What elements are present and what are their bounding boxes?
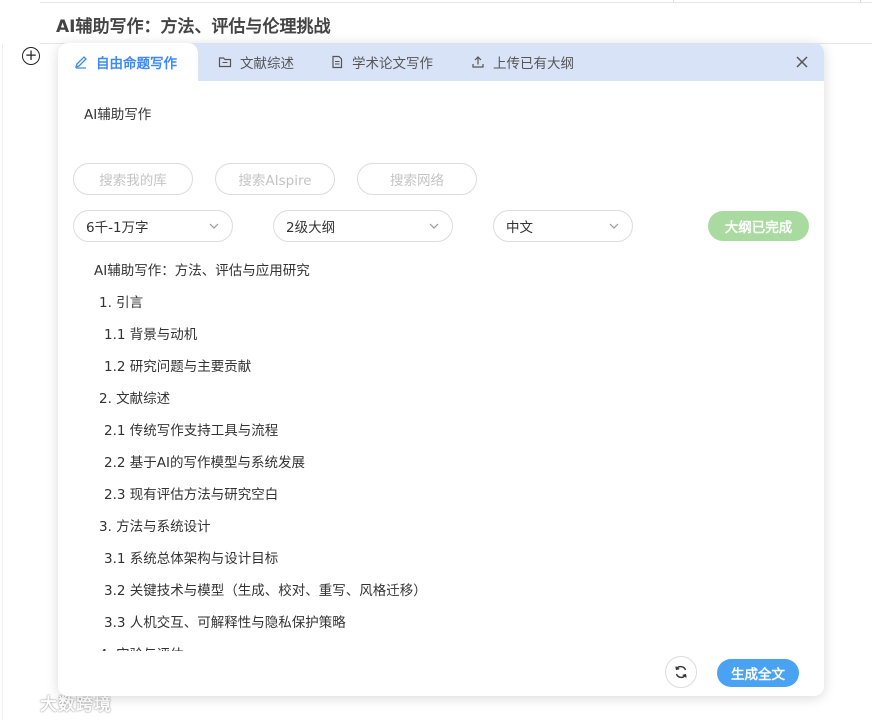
outline-item[interactable]: 1. 引言 bbox=[99, 291, 143, 311]
search-aispire-button[interactable]: 搜索AIspire bbox=[215, 163, 335, 195]
dialog-footer: 生成全文 bbox=[58, 651, 824, 696]
outline-list: AI辅助写作：方法、评估与应用研究 1. 引言 1.1 背景与动机 1.2 研究… bbox=[58, 251, 824, 651]
folder-icon bbox=[218, 57, 232, 68]
search-web-button[interactable]: 搜索网络 bbox=[357, 163, 477, 195]
language-select[interactable]: 中文 bbox=[493, 210, 633, 242]
search-my-library-button[interactable]: 搜索我的库 bbox=[73, 163, 193, 195]
tab-label: 文献综述 bbox=[240, 56, 294, 72]
language-select-value: 中文 bbox=[506, 220, 533, 236]
prompt-text[interactable]: AI辅助写作 bbox=[84, 103, 151, 123]
tab-academic-paper-writing[interactable]: 学术论文写作 bbox=[330, 43, 433, 81]
tab-free-topic-writing[interactable]: 自由命题写作 bbox=[58, 43, 198, 81]
length-select-value: 6千-1万字 bbox=[86, 220, 149, 236]
outline-level-select[interactable]: 2级大纲 bbox=[273, 210, 453, 242]
tab-label: 自由命题写作 bbox=[96, 56, 177, 72]
outline-item[interactable]: 3.1 系统总体架构与设计目标 bbox=[104, 547, 278, 567]
top-divider bbox=[40, 2, 872, 3]
outline-item[interactable]: 4. 实验与评估 bbox=[99, 643, 184, 651]
tab-label: 上传已有大纲 bbox=[493, 56, 574, 72]
tab-bar: 自由命题写作 文献综述 学术论文写作 上传已有大纲 bbox=[58, 43, 824, 81]
outline-item[interactable]: 3. 方法与系统设计 bbox=[99, 515, 211, 535]
column-tick bbox=[860, 0, 861, 3]
pencil-icon bbox=[74, 56, 87, 69]
outline-item[interactable]: 2. 文献综述 bbox=[99, 387, 170, 407]
chevron-down-icon bbox=[209, 223, 219, 229]
close-icon[interactable] bbox=[794, 54, 810, 70]
outline-item[interactable]: 1.1 背景与动机 bbox=[104, 323, 197, 343]
tab-label: 学术论文写作 bbox=[352, 56, 433, 72]
watermark-logo-icon bbox=[9, 696, 36, 708]
generate-full-text-button[interactable]: 生成全文 bbox=[717, 659, 799, 687]
chevron-down-icon bbox=[609, 223, 619, 229]
tab-upload-outline[interactable]: 上传已有大纲 bbox=[471, 43, 574, 81]
outline-level-select-value: 2级大纲 bbox=[286, 220, 336, 236]
outline-item[interactable]: 2.3 现有评估方法与研究空白 bbox=[104, 483, 278, 503]
length-select[interactable]: 6千-1万字 bbox=[73, 210, 233, 242]
left-divider bbox=[2, 44, 3, 720]
outline-title[interactable]: AI辅助写作：方法、评估与应用研究 bbox=[94, 259, 310, 279]
upload-icon bbox=[472, 56, 484, 68]
chevron-down-icon bbox=[429, 223, 439, 229]
add-block-icon[interactable]: + bbox=[22, 47, 40, 65]
outline-completed-button[interactable]: 大纲已完成 bbox=[708, 211, 809, 241]
outline-item[interactable]: 2.1 传统写作支持工具与流程 bbox=[104, 419, 278, 439]
ai-writing-dialog: 自由命题写作 文献综述 学术论文写作 上传已有大纲 AI辅助写作 搜索我的库 搜… bbox=[58, 43, 824, 696]
outline-item[interactable]: 1.2 研究问题与主要贡献 bbox=[104, 355, 251, 375]
regenerate-button[interactable] bbox=[665, 656, 697, 688]
document-title: AI辅助写作：方法、评估与伦理挑战 bbox=[56, 17, 331, 37]
outline-item[interactable]: 3.2 关键技术与模型（生成、校对、重写、风格迁移） bbox=[104, 579, 427, 599]
tab-literature-review[interactable]: 文献综述 bbox=[218, 43, 294, 81]
column-tick bbox=[673, 0, 674, 3]
outline-item[interactable]: 3.3 人机交互、可解释性与隐私保护策略 bbox=[104, 611, 346, 631]
outline-item[interactable]: 2.2 基于AI的写作模型与系统发展 bbox=[104, 451, 305, 471]
document-icon bbox=[332, 55, 343, 69]
refresh-icon bbox=[675, 665, 687, 679]
